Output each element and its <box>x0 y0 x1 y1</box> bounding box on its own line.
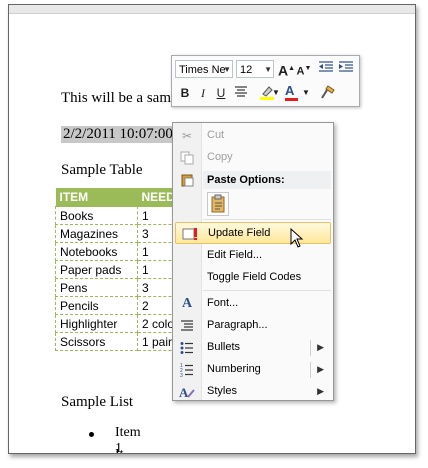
table-heading: Sample Table <box>61 162 143 178</box>
svg-text:3: 3 <box>180 373 183 377</box>
body-text-line: This will be a sam <box>61 90 171 106</box>
menu-item-edit-field[interactable]: Edit Field... <box>173 245 333 267</box>
paste-options-header: Paste Options: <box>203 171 331 189</box>
styles-icon: A <box>179 385 195 400</box>
format-painter-button[interactable] <box>317 84 339 102</box>
svg-text:A: A <box>179 385 189 399</box>
numbering-icon: 123 <box>179 363 195 379</box>
column-header-item: ITEM <box>55 188 138 207</box>
decrease-indent-icon <box>319 61 333 72</box>
table-cell: Books <box>55 206 138 225</box>
bullets-icon <box>179 341 195 355</box>
chevron-down-icon: ▼ <box>272 88 280 97</box>
submenu-separator <box>310 362 311 378</box>
font-size-value: 12 <box>240 64 253 76</box>
menu-item-label: Numbering <box>207 363 261 375</box>
increase-indent-button[interactable] <box>337 60 355 78</box>
clipboard-icon <box>211 194 225 213</box>
chevron-down-icon: ▼ <box>223 65 231 74</box>
table-cell: Paper pads <box>55 260 138 279</box>
chevron-down-icon: ▼ <box>302 88 310 97</box>
bold-button[interactable]: B <box>178 84 192 102</box>
menu-item-font[interactable]: A Font... <box>173 293 333 315</box>
shrink-font-icon: A <box>296 65 305 78</box>
grow-font-button[interactable]: A▲ <box>278 60 295 79</box>
text-highlight-button[interactable]: ▼ <box>254 84 280 102</box>
underline-button[interactable]: U <box>214 84 228 102</box>
chevron-right-icon[interactable]: ▶ <box>317 364 324 375</box>
italic-button[interactable]: I <box>196 84 210 102</box>
table-cell: Highlighter <box>55 314 138 333</box>
table-cell: Scissors <box>55 332 138 351</box>
mouse-pointer-icon <box>290 228 304 248</box>
menu-item-label: Copy <box>207 151 233 163</box>
format-painter-icon <box>321 85 335 99</box>
menu-item-label: Paragraph... <box>207 319 268 331</box>
table-cell: Notebooks <box>55 242 138 261</box>
table-cell: Magazines <box>55 224 138 243</box>
list-item-label: It <box>115 447 124 453</box>
menu-item-label: Toggle Field Codes <box>207 271 302 283</box>
menu-item-cut[interactable]: ✂ Cut <box>173 125 333 147</box>
update-field-icon <box>182 227 198 241</box>
menu-item-label: Bullets <box>207 341 241 353</box>
menu-divider <box>203 219 331 220</box>
menu-item-label: Styles <box>207 385 237 397</box>
chevron-right-icon: ▶ <box>317 386 324 396</box>
increase-indent-icon <box>339 61 353 72</box>
chevron-down-icon: ▼ <box>264 65 272 74</box>
scissors-icon: ✂ <box>181 129 193 143</box>
font-name-value: Times Ne <box>179 64 226 76</box>
chevron-right-icon[interactable]: ▶ <box>317 342 324 353</box>
mini-toolbar: Times Ne ▼ 12 ▼ A▲ A▼ B I U ▼ A ▼ <box>171 55 360 107</box>
bullet-icon <box>89 432 94 437</box>
align-center-icon <box>235 86 247 97</box>
table-cell: Pencils <box>55 296 138 315</box>
table-cell: Pens <box>55 278 138 297</box>
copy-icon <box>179 151 195 165</box>
menu-item-label: Update Field <box>208 227 271 239</box>
submenu-separator <box>310 340 311 356</box>
menu-item-copy[interactable]: Copy <box>173 147 333 169</box>
menu-item-styles[interactable]: A Styles ▶ <box>173 381 333 403</box>
menu-item-update-field[interactable]: Update Field <box>175 222 331 244</box>
menu-item-toggle-field-codes[interactable]: Toggle Field Codes <box>173 267 333 289</box>
context-menu: ✂ Cut Copy Paste Options: Update Field E… <box>172 122 334 401</box>
font-color-swatch <box>285 98 298 101</box>
font-color-button[interactable]: A ▼ <box>284 83 310 102</box>
paste-icon <box>179 173 195 187</box>
paragraph-icon <box>179 319 195 333</box>
paste-keep-text-only-button[interactable] <box>207 192 229 216</box>
menu-item-label: Cut <box>207 129 225 141</box>
menu-item-numbering[interactable]: 123 Numbering ▶ <box>173 359 333 381</box>
menu-item-bullets[interactable]: Bullets ▶ <box>173 337 333 359</box>
grow-font-icon: A <box>278 62 289 79</box>
menu-item-paragraph[interactable]: Paragraph... <box>173 315 333 337</box>
menu-item-label: Edit Field... <box>207 249 263 261</box>
font-name-dropdown[interactable]: Times Ne ▼ <box>175 60 233 78</box>
center-align-button[interactable] <box>232 84 250 102</box>
menu-divider <box>203 290 331 291</box>
menu-item-label: Font... <box>207 297 239 309</box>
font-icon: A <box>181 296 193 311</box>
font-size-dropdown[interactable]: 12 ▼ <box>236 60 274 78</box>
list-heading: Sample List <box>61 394 134 410</box>
decrease-indent-button[interactable] <box>317 60 335 78</box>
shrink-font-button[interactable]: A▼ <box>296 60 312 78</box>
